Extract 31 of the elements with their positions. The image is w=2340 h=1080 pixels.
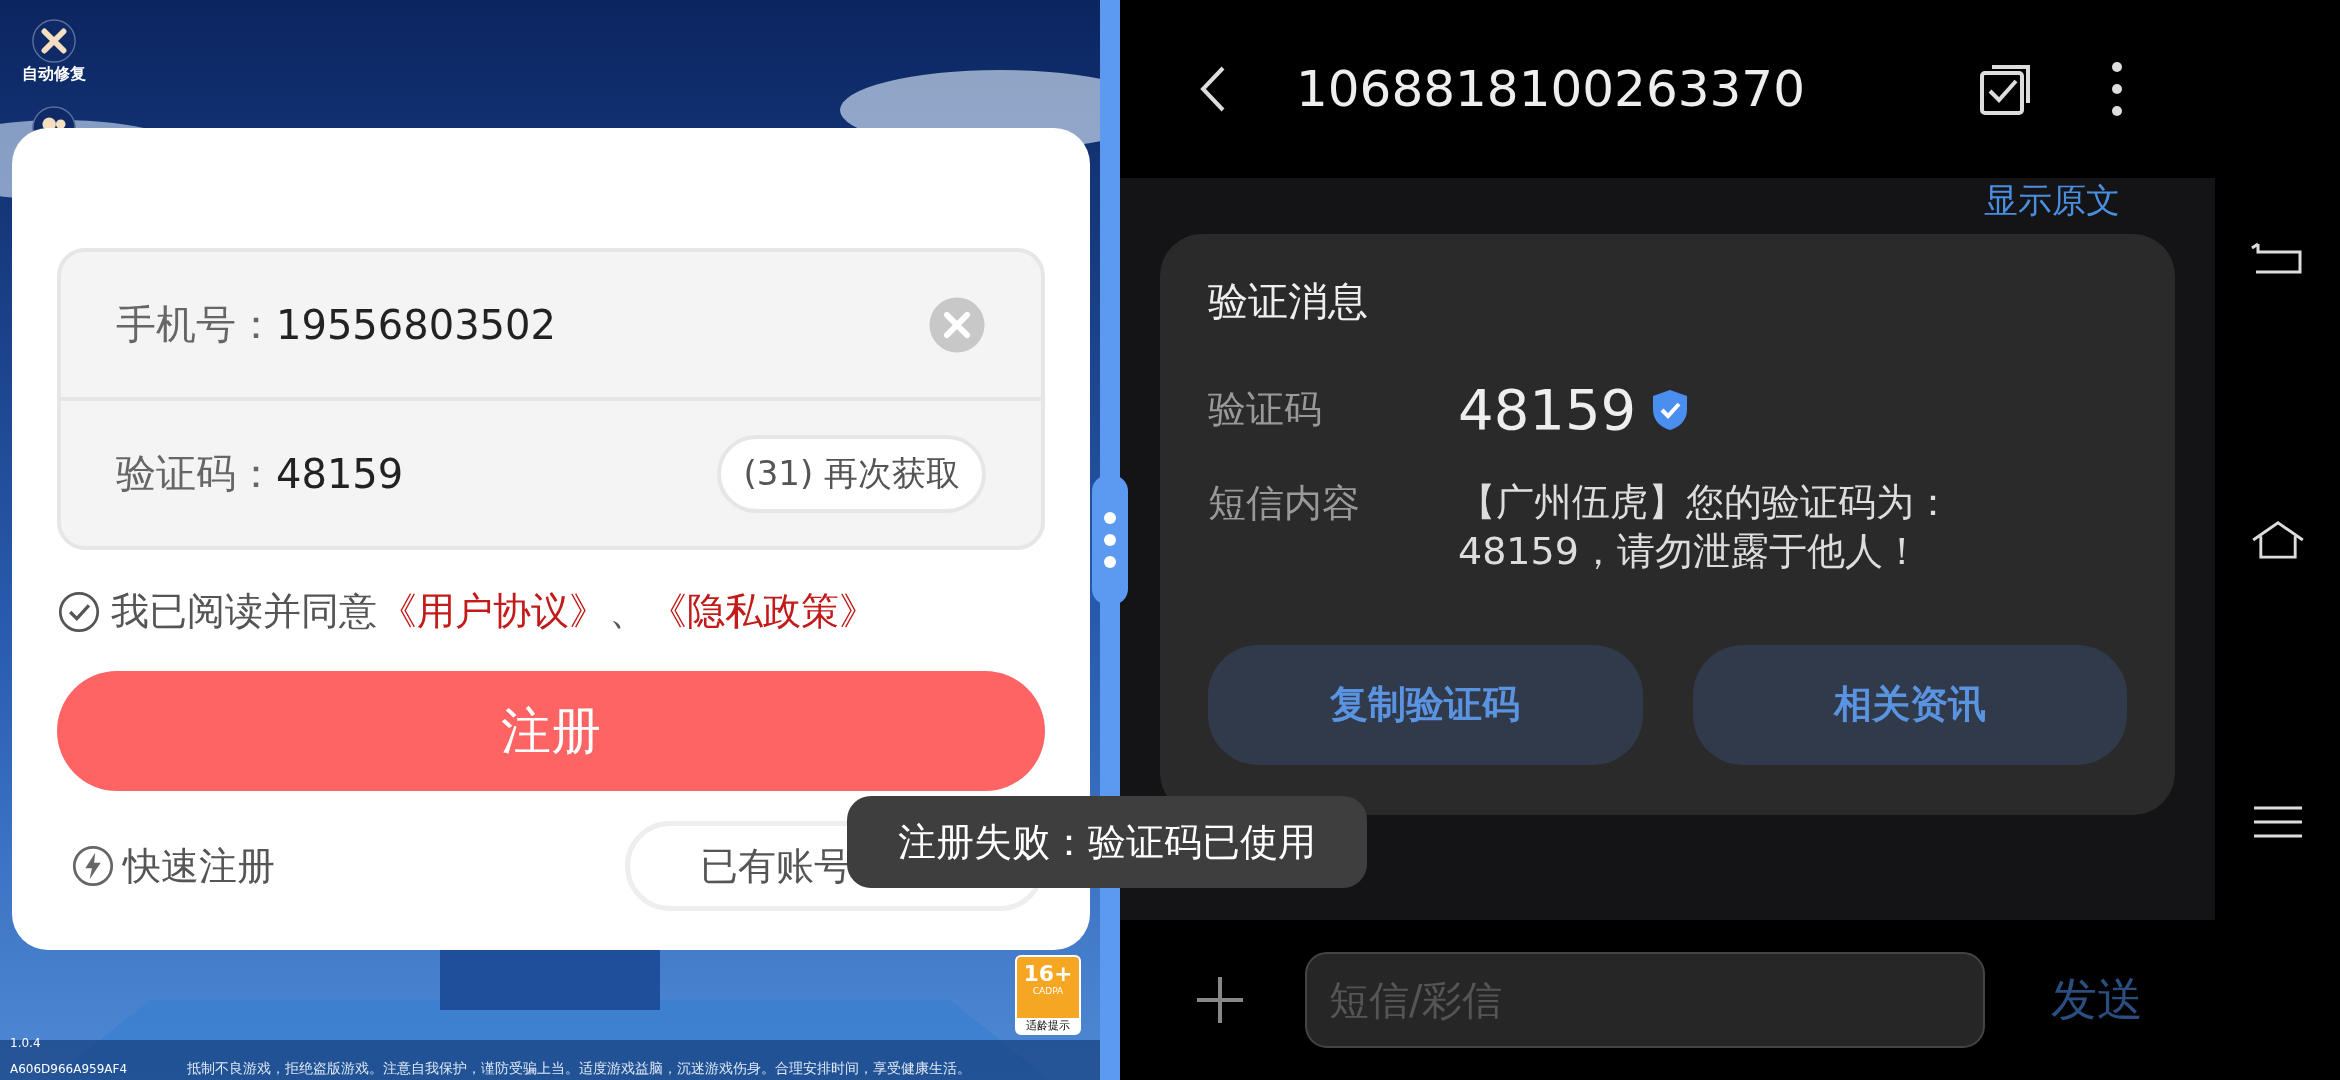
policy-link[interactable]: 《用户协议》 (379, 586, 607, 637)
verification-code: 48159 (1458, 377, 1637, 442)
code-label: 验证码 (1208, 386, 1323, 433)
policy-link[interactable]: 《隐私政策》 (649, 586, 877, 637)
agree-checkbox[interactable] (57, 589, 101, 634)
phone-label: 手机号： (116, 300, 276, 349)
code-field[interactable]: 48159 (276, 450, 718, 497)
notice-text: 抵制不良游戏，拒绝盗版游戏。注意自我保护，谨防受骗上当。适度游戏益脑，沉迷游戏伤身。合理安排时间，享受健康生活。 (187, 1060, 972, 1078)
error-toast: 注册失败：验证码已使用 (847, 796, 1367, 888)
action-button[interactable]: 相关资讯 (1692, 644, 2127, 765)
age-rating: 16+ (1023, 961, 1073, 986)
quick-register-link[interactable]: 快速注册 (123, 840, 275, 892)
code-label: 验证码： (116, 449, 276, 498)
action-button[interactable]: 复制验证码 (1208, 644, 1643, 765)
card-title: 验证消息 (1208, 277, 1369, 326)
add-icon[interactable] (1195, 975, 1245, 1025)
rating-org: CADPA (1032, 986, 1064, 996)
version-text: 1.0.4 (10, 1036, 42, 1050)
resend-button[interactable]: (31) 再次获取 (717, 434, 986, 513)
message-content: 【广州伍虎】您的验证码为：48159，请勿泄露于他人！ (1458, 479, 1953, 576)
phone-field[interactable]: 19556803502 (276, 301, 928, 348)
content-label: 短信内容 (1208, 480, 1361, 527)
separator: 、 (609, 588, 647, 635)
agreement-text: 我已阅读并同意 (111, 588, 377, 635)
rating-caption: 适龄提示 (1017, 1018, 1079, 1033)
lightning-icon[interactable] (71, 844, 115, 888)
more-icon[interactable] (2111, 59, 2123, 119)
side-button-label: 自动修复 (22, 64, 86, 85)
conversation-title: 1068818100263370 (1296, 60, 1806, 118)
show-original-link[interactable]: 显示原文 (1984, 178, 2120, 224)
device-id: A606D966A959AF4 (10, 1062, 128, 1076)
